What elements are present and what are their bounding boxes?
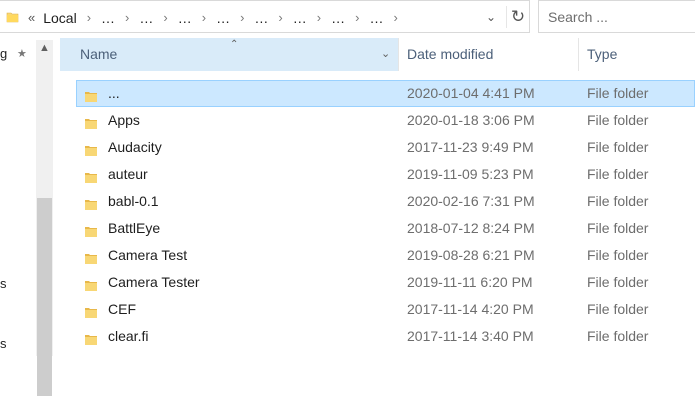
file-name: Camera Test bbox=[108, 247, 188, 263]
column-header-name[interactable]: ⌃ Name ⌄ bbox=[60, 38, 399, 71]
file-date-modified: 2020-02-16 7:31 PM bbox=[407, 193, 535, 209]
file-name: babl-0.1 bbox=[108, 193, 159, 209]
file-row[interactable]: Audacity 2017-11-23 9:49 PM File folder bbox=[76, 134, 695, 161]
file-row[interactable]: CEF 2017-11-14 4:20 PM File folder bbox=[76, 296, 695, 323]
refresh-icon[interactable]: ↻ bbox=[506, 6, 529, 28]
file-name: clear.fi bbox=[108, 328, 149, 344]
file-type: File folder bbox=[587, 328, 649, 344]
pin-icon[interactable]: ★ bbox=[17, 47, 27, 60]
file-date-modified: 2018-07-12 8:24 PM bbox=[407, 220, 535, 236]
breadcrumb-segment[interactable]: … bbox=[139, 10, 153, 26]
breadcrumb-separator-icon[interactable]: › bbox=[317, 10, 321, 25]
column-header-name-label: Name bbox=[80, 46, 118, 62]
file-date-modified: 2019-11-09 5:23 PM bbox=[407, 166, 534, 182]
file-date-modified: 2020-01-04 4:41 PM bbox=[407, 85, 535, 101]
file-row[interactable]: auteur 2019-11-09 5:23 PM File folder bbox=[76, 161, 695, 188]
breadcrumb-separator-icon[interactable]: › bbox=[125, 10, 129, 25]
file-row[interactable]: Camera Test 2019-08-28 6:21 PM File folder bbox=[76, 242, 695, 269]
breadcrumb-separator-icon[interactable]: › bbox=[393, 10, 397, 25]
breadcrumb-overflow-button[interactable]: « bbox=[28, 10, 35, 25]
file-list: ... 2020-01-04 4:41 PM File folder Apps 2020… bbox=[76, 80, 695, 350]
nav-item-label[interactable]: s bbox=[0, 276, 7, 291]
file-date-modified: 2019-11-11 6:20 PM bbox=[407, 274, 533, 290]
file-type: File folder bbox=[587, 166, 649, 182]
breadcrumb-separator-icon[interactable]: › bbox=[355, 10, 359, 25]
file-row[interactable]: clear.fi 2017-11-14 3:40 PM File folder bbox=[76, 323, 695, 350]
file-name: auteur bbox=[108, 166, 148, 182]
file-row[interactable]: babl-0.1 2020-02-16 7:31 PM File folder bbox=[76, 188, 695, 215]
search-input[interactable]: Search ... bbox=[538, 0, 695, 33]
folder-icon bbox=[6, 10, 20, 29]
file-row[interactable]: BattlEye 2018-07-12 8:24 PM File folder bbox=[76, 215, 695, 242]
folder-icon bbox=[84, 329, 98, 356]
column-header-type-label: Type bbox=[587, 46, 618, 62]
file-row[interactable]: ... 2020-01-04 4:41 PM File folder bbox=[76, 80, 695, 107]
breadcrumb-separator-icon[interactable]: › bbox=[87, 10, 91, 25]
file-type: File folder bbox=[587, 274, 649, 290]
file-row[interactable]: Camera Tester 2019-11-11 6:20 PM File fold… bbox=[76, 269, 695, 296]
nav-item-label[interactable]: s bbox=[0, 336, 7, 351]
file-type: File folder bbox=[587, 139, 649, 155]
chevron-down-icon[interactable]: ⌄ bbox=[486, 10, 496, 24]
breadcrumb-separator-icon[interactable]: › bbox=[278, 10, 282, 25]
sort-ascending-icon: ⌃ bbox=[230, 39, 239, 50]
file-type: File folder bbox=[587, 112, 649, 128]
breadcrumb-segment[interactable]: … bbox=[369, 10, 383, 26]
file-name: Camera Tester bbox=[108, 274, 200, 290]
scroll-up-icon[interactable]: ▲ bbox=[36, 42, 53, 54]
nav-item-label[interactable]: g bbox=[0, 46, 7, 61]
file-type: File folder bbox=[587, 220, 649, 236]
breadcrumb-separator-icon[interactable]: › bbox=[163, 10, 167, 25]
column-header-type[interactable]: Type bbox=[579, 38, 695, 71]
file-type: File folder bbox=[587, 85, 649, 101]
file-name: BattlEye bbox=[108, 220, 161, 236]
file-name: CEF bbox=[108, 301, 136, 317]
breadcrumb-segment[interactable]: … bbox=[254, 10, 268, 26]
breadcrumb-segment[interactable]: … bbox=[293, 10, 307, 26]
nav-scrollbar[interactable]: ▲ bbox=[36, 40, 53, 396]
chevron-down-icon[interactable]: ⌄ bbox=[381, 38, 390, 71]
file-name: ... bbox=[108, 85, 120, 101]
file-row[interactable]: Apps 2020-01-18 3:06 PM File folder bbox=[76, 107, 695, 134]
breadcrumb-separator-icon[interactable]: › bbox=[240, 10, 244, 25]
breadcrumb-separator-icon[interactable]: › bbox=[202, 10, 206, 25]
file-date-modified: 2020-01-18 3:06 PM bbox=[407, 112, 535, 128]
breadcrumb: « Local › … › … › … › … › … › … › … › … › bbox=[28, 1, 408, 34]
file-date-modified: 2017-11-23 9:49 PM bbox=[407, 139, 534, 155]
file-type: File folder bbox=[587, 247, 649, 263]
breadcrumb-segment[interactable]: … bbox=[331, 10, 345, 26]
scrollbar-thumb[interactable] bbox=[37, 198, 52, 396]
column-header-date-label: Date modified bbox=[407, 46, 494, 62]
file-name: Apps bbox=[108, 112, 140, 128]
breadcrumb-segment[interactable]: … bbox=[216, 10, 230, 26]
file-date-modified: 2017-11-14 4:20 PM bbox=[407, 301, 534, 317]
file-type: File folder bbox=[587, 193, 649, 209]
search-placeholder: Search ... bbox=[548, 9, 608, 25]
file-type: File folder bbox=[587, 301, 649, 317]
breadcrumb-segment[interactable]: … bbox=[178, 10, 192, 26]
column-header-date[interactable]: Date modified bbox=[399, 38, 579, 71]
address-bar[interactable]: « Local › … › … › … › … › … › … › … › … › ⌄ ↻ bbox=[0, 0, 530, 33]
breadcrumb-segment[interactable]: Local bbox=[43, 10, 76, 26]
file-date-modified: 2019-08-28 6:21 PM bbox=[407, 247, 535, 263]
breadcrumb-segment[interactable]: … bbox=[101, 10, 115, 26]
file-name: Audacity bbox=[108, 139, 162, 155]
file-date-modified: 2017-11-14 3:40 PM bbox=[407, 328, 534, 344]
